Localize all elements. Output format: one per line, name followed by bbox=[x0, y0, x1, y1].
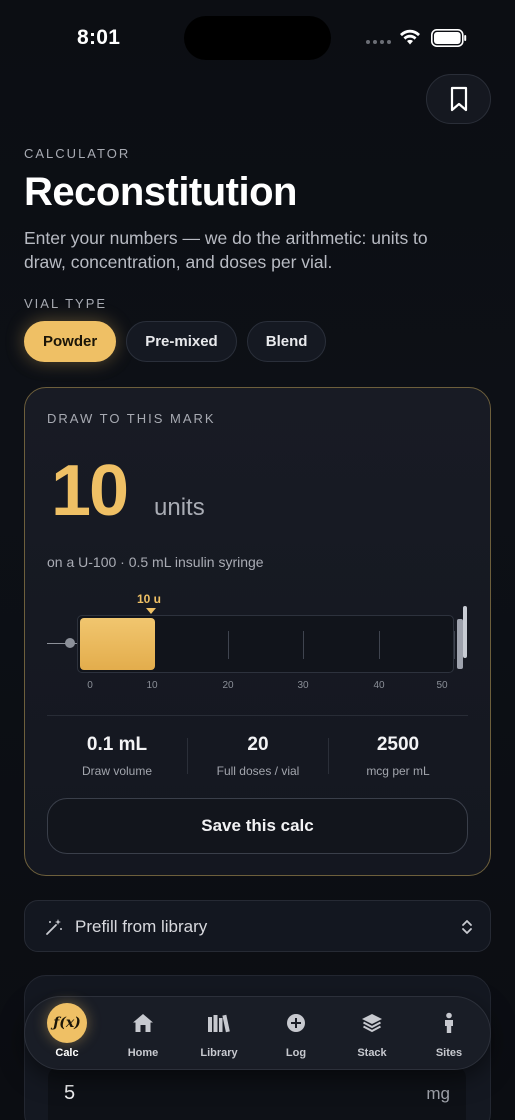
prefill-from-library-select[interactable]: Prefill from library bbox=[24, 900, 491, 952]
bookmark-button[interactable] bbox=[426, 74, 491, 124]
scale-tick bbox=[379, 631, 380, 659]
vial-type-premixed[interactable]: Pre-mixed bbox=[126, 321, 237, 362]
library-icon bbox=[199, 1003, 239, 1043]
syringe-note: on a U-100 · 0.5 mL insulin syringe bbox=[47, 554, 264, 570]
tab-log[interactable]: Log bbox=[261, 1003, 331, 1059]
tab-label: Stack bbox=[357, 1047, 387, 1059]
plus-circle-icon bbox=[276, 1003, 316, 1043]
battery-icon bbox=[431, 29, 467, 47]
scale-tick bbox=[303, 631, 304, 659]
vial-type-segmented: Powder Pre-mixed Blend bbox=[24, 321, 327, 362]
mark-label: 10 u bbox=[137, 592, 162, 606]
scale-number: 20 bbox=[222, 680, 234, 691]
scale-number: 50 bbox=[436, 680, 448, 691]
vial-type-blend[interactable]: Blend bbox=[246, 321, 327, 362]
vial-type-powder[interactable]: Powder bbox=[24, 321, 117, 362]
tab-home[interactable]: Home bbox=[108, 1003, 178, 1059]
syringe-visual: 10 u 0 10 20 30 40 50 bbox=[47, 588, 472, 698]
vial-type-label: VIAL TYPE bbox=[24, 296, 108, 311]
scale-number: 30 bbox=[297, 680, 309, 691]
signal-icon bbox=[366, 40, 391, 44]
tab-calc[interactable]: ƒ(x) Calc bbox=[32, 1003, 102, 1059]
scale-tick bbox=[454, 631, 455, 659]
mark-arrow-icon bbox=[146, 608, 156, 614]
scale-number: 10 bbox=[146, 680, 158, 691]
magic-wand-icon bbox=[46, 919, 62, 935]
dynamic-island bbox=[184, 16, 331, 60]
tab-label: Calc bbox=[55, 1047, 79, 1059]
stack-icon bbox=[352, 1003, 392, 1043]
syringe-barrel bbox=[77, 615, 455, 673]
tab-library[interactable]: Library bbox=[184, 1003, 254, 1059]
units-value: 10 bbox=[51, 451, 129, 531]
stat-value: 0.1 mL bbox=[86, 734, 148, 755]
stat-value: 2500 bbox=[376, 734, 420, 755]
function-icon: ƒ(x) bbox=[47, 1003, 87, 1043]
tab-label: Log bbox=[285, 1047, 307, 1059]
peptide-amount-value: 5 bbox=[64, 1082, 76, 1104]
prefill-label: Prefill from library bbox=[75, 917, 208, 936]
stat-full-doses: 20 Full doses / vial bbox=[188, 734, 328, 778]
tab-label: Library bbox=[200, 1047, 238, 1059]
status-time: 8:01 bbox=[77, 26, 121, 49]
save-calc-button[interactable]: Save this calc bbox=[47, 798, 468, 854]
stat-concentration: 2500 mcg per mL bbox=[328, 734, 468, 778]
wifi-icon bbox=[400, 29, 420, 45]
tab-sites[interactable]: Sites bbox=[414, 1003, 484, 1059]
tab-label: Home bbox=[127, 1047, 159, 1059]
stat-label: mcg per mL bbox=[366, 764, 430, 778]
scale-number: 40 bbox=[373, 680, 385, 691]
peptide-amount-field[interactable]: 5 mg bbox=[48, 1066, 466, 1120]
stat-label: Draw volume bbox=[81, 764, 153, 778]
scale-number: 0 bbox=[87, 680, 93, 691]
stat-label: Full doses / vial bbox=[216, 764, 300, 778]
page-subtitle: Enter your numbers — we do the arithmeti… bbox=[24, 228, 428, 272]
peptide-amount-unit: mg bbox=[426, 1084, 450, 1103]
home-icon bbox=[123, 1003, 163, 1043]
person-icon bbox=[429, 1003, 469, 1043]
page-title: Reconstitution bbox=[24, 170, 297, 214]
units-label: units bbox=[154, 494, 205, 521]
result-eyebrow: DRAW TO THIS MARK bbox=[47, 411, 216, 426]
result-divider bbox=[47, 715, 468, 716]
section-eyebrow: CALCULATOR bbox=[24, 146, 131, 161]
tab-label: Sites bbox=[435, 1047, 463, 1059]
stat-value: 20 bbox=[247, 734, 269, 755]
chevron-updown-icon bbox=[462, 920, 472, 934]
tab-bar: ƒ(x) Calc Home Library Log Stack Sites bbox=[24, 996, 491, 1070]
syringe-needle-tip bbox=[65, 638, 75, 648]
result-card: DRAW TO THIS MARK 10 units on a U-100 · … bbox=[24, 387, 491, 876]
syringe-plunger-rod bbox=[463, 606, 467, 658]
tab-stack[interactable]: Stack bbox=[337, 1003, 407, 1059]
syringe-fill bbox=[80, 618, 155, 670]
bookmark-icon bbox=[450, 86, 467, 112]
scale-tick bbox=[228, 631, 229, 659]
stat-draw-volume: 0.1 mL Draw volume bbox=[47, 734, 187, 778]
